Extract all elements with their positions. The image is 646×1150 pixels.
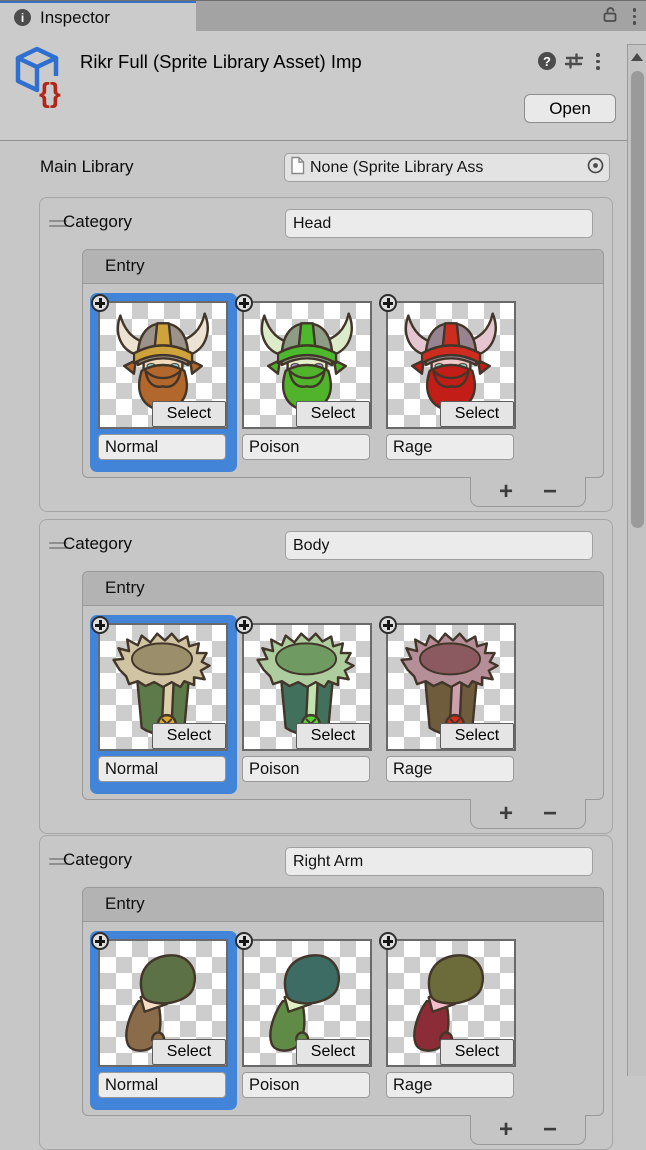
add-override-icon[interactable] [235, 932, 253, 950]
remove-entry-button[interactable]: − [543, 1118, 557, 1142]
sprite-thumbnail[interactable]: Select [98, 301, 228, 429]
tab-label: Inspector [40, 8, 110, 28]
select-sprite-button[interactable]: Select [296, 401, 370, 427]
category-label: Category [63, 850, 132, 870]
main-library-object-field[interactable]: None (Sprite Library Ass [284, 153, 610, 182]
scrollbar-thumb[interactable] [631, 71, 644, 528]
sprite-entry-cell[interactable]: Select [386, 623, 516, 782]
entry-panel: Entry Select Select [82, 571, 604, 800]
svg-text:{}: {} [39, 77, 61, 108]
open-button[interactable]: Open [524, 94, 616, 123]
sprite-entry-cell[interactable]: Select [242, 939, 372, 1098]
presets-icon[interactable] [564, 53, 584, 74]
select-sprite-button[interactable]: Select [296, 1039, 370, 1065]
category-label: Category [63, 534, 132, 554]
sprite-entry-cell[interactable]: Select [98, 623, 228, 782]
sprite-entry-cell[interactable]: Select [98, 939, 228, 1098]
entry-panel: Entry Select Select [82, 887, 604, 1116]
category-group-head: Category Entry Select Select [39, 197, 613, 512]
tab-inspector[interactable]: i Inspector [0, 1, 196, 32]
category-label: Category [63, 212, 132, 232]
entry-name-field[interactable] [386, 434, 514, 460]
sprite-library-asset-icon: {} [12, 44, 74, 115]
entry-name-field[interactable] [242, 756, 370, 782]
sprite-thumbnail[interactable]: Select [386, 939, 516, 1067]
add-override-icon[interactable] [91, 616, 109, 634]
select-sprite-button[interactable]: Select [152, 1039, 226, 1065]
select-sprite-button[interactable]: Select [152, 401, 226, 427]
add-entry-button[interactable]: + [499, 480, 513, 504]
select-sprite-button[interactable]: Select [296, 723, 370, 749]
select-sprite-button[interactable]: Select [440, 401, 514, 427]
category-group-right-arm: Category Entry Select Select [39, 835, 613, 1150]
entry-list-footer: + − [470, 1115, 586, 1145]
unlock-icon[interactable] [602, 6, 618, 28]
category-group-body: Category Entry Select Select [39, 519, 613, 834]
add-override-icon[interactable] [91, 294, 109, 312]
sprite-entry-cell[interactable]: Select [386, 939, 516, 1098]
sprite-entry-cell[interactable]: Select [386, 301, 516, 460]
entry-list-footer: + − [470, 477, 586, 507]
category-name-field[interactable] [285, 209, 593, 238]
main-library-label: Main Library [40, 157, 134, 177]
sprite-thumbnail[interactable]: Select [242, 301, 372, 429]
kebab-menu-icon[interactable] [596, 53, 600, 70]
remove-entry-button[interactable]: − [543, 480, 557, 504]
info-icon: i [14, 9, 31, 26]
category-name-field[interactable] [285, 531, 593, 560]
sprite-thumbnail[interactable]: Select [98, 939, 228, 1067]
sprite-thumbnail[interactable]: Select [242, 623, 372, 751]
help-icon[interactable]: ? [538, 52, 556, 70]
sprite-thumbnail[interactable]: Select [386, 301, 516, 429]
entry-list-footer: + − [470, 799, 586, 829]
sprite-thumbnail[interactable]: Select [98, 623, 228, 751]
entry-name-field[interactable] [386, 756, 514, 782]
entry-header-label: Entry [105, 894, 145, 913]
add-entry-button[interactable]: + [499, 1118, 513, 1142]
entry-header: Entry [83, 888, 603, 922]
object-picker-icon[interactable] [586, 156, 605, 180]
sprite-thumbnail[interactable]: Select [386, 623, 516, 751]
select-sprite-button[interactable]: Select [440, 1039, 514, 1065]
entry-name-field[interactable] [98, 756, 226, 782]
entry-header-label: Entry [105, 578, 145, 597]
sprite-entry-cell[interactable]: Select [242, 301, 372, 460]
sprite-entry-cell[interactable]: Select [242, 623, 372, 782]
object-field-value: None (Sprite Library Ass [310, 159, 581, 177]
add-override-icon[interactable] [235, 294, 253, 312]
entry-header-label: Entry [105, 256, 145, 275]
add-entry-button[interactable]: + [499, 802, 513, 826]
category-name-field[interactable] [285, 847, 593, 876]
add-override-icon[interactable] [379, 616, 397, 634]
asset-title: Rikr Full (Sprite Library Asset) Imp [80, 51, 530, 76]
entry-name-field[interactable] [98, 434, 226, 460]
add-override-icon[interactable] [379, 932, 397, 950]
tab-strip: i Inspector [0, 0, 646, 31]
entry-panel: Entry Select Select [82, 249, 604, 478]
scroll-up-icon[interactable] [631, 53, 643, 61]
add-override-icon[interactable] [235, 616, 253, 634]
inspector-header: {} Rikr Full (Sprite Library Asset) Imp … [0, 31, 646, 141]
entry-header: Entry [83, 250, 603, 284]
select-sprite-button[interactable]: Select [152, 723, 226, 749]
select-sprite-button[interactable]: Select [440, 723, 514, 749]
sprite-thumbnail[interactable]: Select [242, 939, 372, 1067]
sprite-entry-cell[interactable]: Select [98, 301, 228, 460]
object-field-icon [290, 156, 305, 180]
entry-name-field[interactable] [242, 434, 370, 460]
entry-header: Entry [83, 572, 603, 606]
vertical-scrollbar[interactable] [627, 44, 646, 1076]
add-override-icon[interactable] [91, 932, 109, 950]
add-override-icon[interactable] [379, 294, 397, 312]
kebab-menu-icon[interactable] [633, 8, 637, 25]
remove-entry-button[interactable]: − [543, 802, 557, 826]
